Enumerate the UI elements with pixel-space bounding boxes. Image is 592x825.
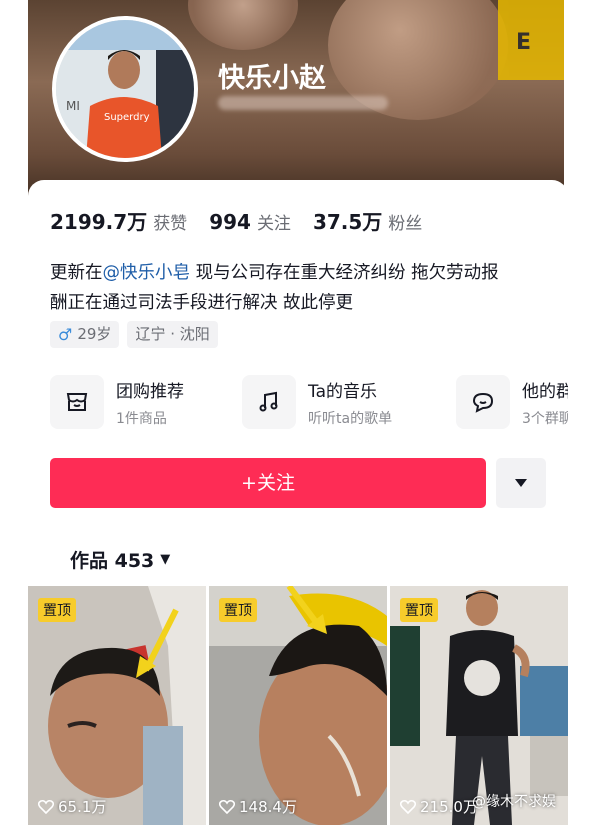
male-icon: ♂	[58, 325, 73, 344]
shortcut-subtitle: 1件商品	[116, 410, 167, 427]
stat-followers[interactable]: 37.5万 粉丝	[313, 206, 422, 235]
profile-stats: 2199.7万 获赞 994 关注 37.5万 粉丝	[50, 206, 444, 235]
profile-tags: ♂ 29岁 辽宁 · 沈阳	[50, 321, 226, 348]
video-thumbnail[interactable]: 置顶 65.1万	[28, 586, 206, 825]
stat-label: 获赞	[153, 214, 188, 234]
background-sign: E	[498, 0, 568, 80]
video-thumbnail[interactable]: 置顶 148.4万	[209, 586, 387, 825]
caret-down-icon: ▼	[160, 552, 171, 567]
profile-shortcuts: 团购推荐 1件商品 Ta的音乐 听听ta的歌单 他的群 3个群聊	[50, 375, 568, 435]
heart-icon	[38, 799, 54, 814]
bio-line-1: 更新在@快乐小皂 现与公司存在重大经济纠纷 拖欠劳动报	[50, 263, 499, 283]
triangle-down-icon	[515, 479, 527, 487]
video-likes: 215.0万	[400, 796, 478, 817]
shortcut-group-buy[interactable]: 团购推荐 1件商品	[50, 375, 184, 429]
watermark: @缘木不求娱	[472, 794, 556, 810]
page-margin-right	[564, 0, 592, 825]
stat-value: 994	[209, 210, 251, 234]
shortcut-title: 他的群	[522, 381, 568, 402]
stat-label: 关注	[256, 214, 291, 234]
blurred-id	[218, 96, 388, 110]
profile-nickname: 快乐小赵	[218, 63, 326, 94]
follow-button[interactable]: +关注	[50, 458, 486, 508]
video-likes: 148.4万	[219, 796, 297, 817]
pinned-badge: 置顶	[219, 598, 257, 622]
music-note-icon	[242, 375, 296, 429]
svg-text:Superdry: Superdry	[104, 112, 150, 123]
stat-value: 2199.7万	[50, 210, 148, 234]
shortcut-title: 团购推荐	[116, 381, 184, 402]
stat-following[interactable]: 994 关注	[209, 209, 291, 234]
stat-likes[interactable]: 2199.7万 获赞	[50, 206, 187, 235]
shortcut-title: Ta的音乐	[308, 381, 377, 402]
stat-label: 粉丝	[388, 214, 423, 234]
video-grid: 置顶 65.1万 置顶 148.4万 置顶 215.0万 @缘木不求娱	[28, 586, 568, 825]
shortcut-subtitle: 听听ta的歌单	[308, 410, 393, 427]
works-tab-label: 作品 453	[70, 550, 155, 572]
video-thumbnail[interactable]: 置顶 215.0万	[390, 586, 568, 825]
location-tag: 辽宁 · 沈阳	[127, 321, 218, 348]
shop-icon	[50, 375, 104, 429]
bio-mention-link[interactable]: @快乐小皂	[103, 263, 191, 283]
heart-icon	[400, 799, 416, 814]
bio-line-2: 酬正在通过司法手段进行解决 故此停更	[50, 293, 354, 313]
tab-works[interactable]: 作品 453 ▼	[70, 546, 170, 573]
shortcut-groups[interactable]: 他的群 3个群聊	[456, 375, 568, 429]
more-dropdown-button[interactable]	[496, 458, 546, 508]
chat-icon	[456, 375, 510, 429]
avatar[interactable]: MI Superdry	[52, 16, 198, 162]
avatar-photo: MI Superdry	[56, 20, 194, 158]
heart-icon	[219, 799, 235, 814]
pinned-badge: 置顶	[400, 598, 438, 622]
shortcut-subtitle: 3个群聊	[522, 410, 568, 427]
stat-value: 37.5万	[312, 210, 383, 234]
page-margin-left	[0, 0, 28, 825]
svg-text:MI: MI	[66, 99, 80, 113]
video-likes: 65.1万	[38, 796, 106, 817]
shortcut-music[interactable]: Ta的音乐 听听ta的歌单	[242, 375, 392, 429]
profile-bio: 更新在@快乐小皂 现与公司存在重大经济纠纷 拖欠劳动报 酬正在通过司法手段进行解…	[50, 258, 550, 318]
age-tag: ♂ 29岁	[50, 321, 120, 348]
pinned-badge: 置顶	[38, 598, 76, 622]
